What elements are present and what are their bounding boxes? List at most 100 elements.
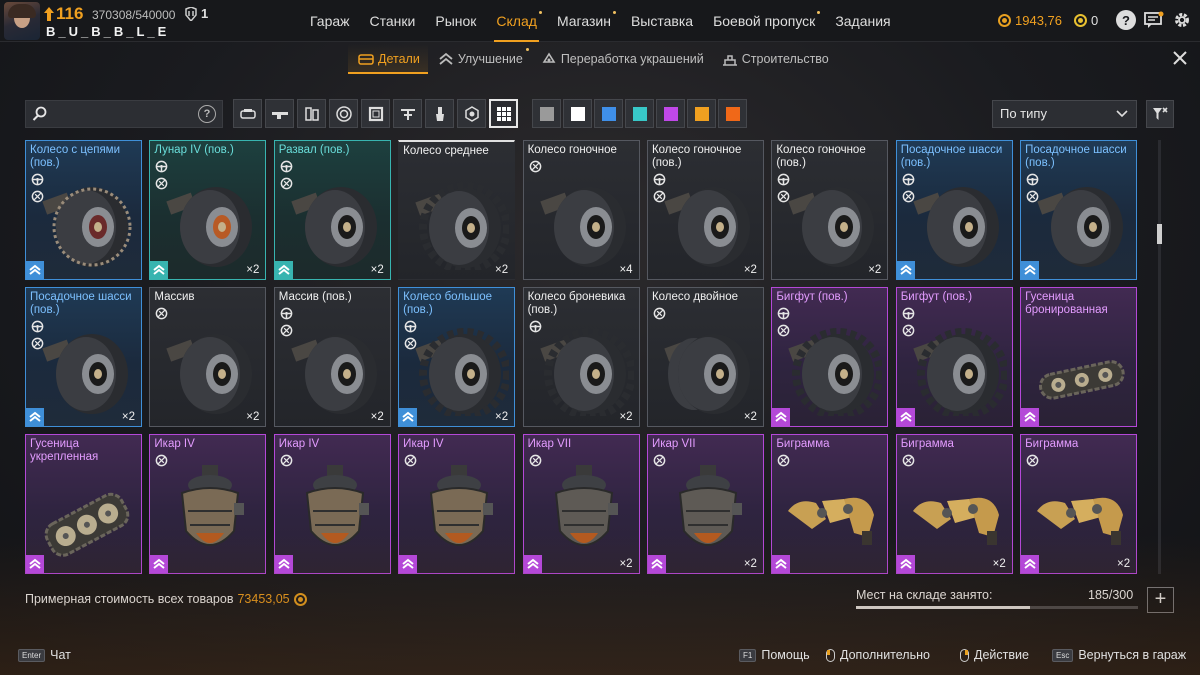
leg-part-image xyxy=(912,497,999,545)
rarity-filter-red-orange[interactable] xyxy=(718,99,747,128)
item-card[interactable]: Посадочное шасси (пов.) xyxy=(1020,140,1138,280)
subtab-2[interactable]: Переработка украшений xyxy=(531,44,712,74)
module-filter-button[interactable] xyxy=(297,99,326,128)
search-help-icon[interactable]: ? xyxy=(198,105,216,123)
item-card[interactable]: Биграмма xyxy=(771,434,889,574)
storage-progress-bar xyxy=(856,606,1138,609)
subtab-label: Детали xyxy=(378,52,420,66)
item-card[interactable]: Икар IV xyxy=(273,434,391,574)
hint-0[interactable]: Enter Чат xyxy=(18,648,71,662)
subtab-0[interactable]: Детали xyxy=(348,44,428,74)
steering-icon xyxy=(777,173,790,186)
search-input[interactable] xyxy=(52,104,192,124)
item-card[interactable]: Колесо гоночное (пов.) ×2 xyxy=(771,140,889,280)
gun-icon xyxy=(271,106,289,122)
item-card[interactable]: Колесо гоночное (пов.) ×2 xyxy=(646,140,764,280)
hint-3[interactable]: Действие xyxy=(960,648,1029,662)
cabin-filter-button[interactable] xyxy=(233,99,262,128)
item-card[interactable]: Посадочное шасси (пов.) xyxy=(895,140,1013,280)
traction-icon xyxy=(1026,190,1039,203)
rarity-chevron-icon xyxy=(150,555,169,573)
subtab-3[interactable]: Строительство xyxy=(712,44,837,74)
nav-item-0[interactable]: Гараж xyxy=(300,0,360,42)
hint-2[interactable]: Дополнительно xyxy=(826,648,930,662)
wheel-filter-button[interactable] xyxy=(329,99,358,128)
item-card[interactable]: Колесо гоночное ×4 xyxy=(522,140,640,280)
subtab-1[interactable]: Улучшение xyxy=(428,44,531,74)
item-card[interactable]: Бигфут (пов.) xyxy=(895,287,1013,427)
rarity-swatch xyxy=(570,106,585,121)
steering-icon xyxy=(902,173,915,186)
item-card[interactable]: Гусеница укрепленная xyxy=(25,434,142,574)
rarity-filter-blue[interactable] xyxy=(594,99,623,128)
frame-filter-button[interactable] xyxy=(361,99,390,128)
item-card[interactable]: Массив (пов.) ×2 xyxy=(273,287,391,427)
paint-filter-button[interactable] xyxy=(425,99,454,128)
item-stats xyxy=(653,307,666,320)
nav-item-7[interactable]: Задания xyxy=(825,0,900,42)
item-card[interactable]: Бигфут (пов.) xyxy=(771,287,889,427)
item-card[interactable]: Икар IV xyxy=(398,434,516,574)
nav-item-4[interactable]: Магазин xyxy=(547,0,621,42)
item-card[interactable]: Биграмма ×2 xyxy=(1020,434,1138,574)
scrollbar-track[interactable] xyxy=(1158,140,1161,574)
item-card[interactable]: Гусеница бронированная xyxy=(1020,287,1138,427)
nav-item-2[interactable]: Рынок xyxy=(425,0,486,42)
item-card[interactable]: Развал (пов.) ×2 xyxy=(273,140,391,280)
messages-icon[interactable] xyxy=(1144,10,1164,30)
item-name: Колесо броневика (пов.) xyxy=(527,291,626,316)
wheel-part-image xyxy=(42,187,132,267)
mouse-icon xyxy=(826,648,835,662)
rarity-filter-teal[interactable] xyxy=(625,99,654,128)
item-card[interactable]: Колесо с цепями (пов.) xyxy=(25,140,142,280)
rarity-filter-orange[interactable] xyxy=(687,99,716,128)
item-card[interactable]: Икар IV xyxy=(149,434,267,574)
sort-select[interactable]: По типу xyxy=(992,100,1137,128)
item-count: ×2 xyxy=(246,264,260,276)
item-card[interactable]: Колесо среднее ×2 xyxy=(398,140,516,280)
help-icon[interactable]: ? xyxy=(1116,10,1136,30)
item-card[interactable]: Биграмма ×2 xyxy=(895,434,1013,574)
scrollbar-thumb[interactable] xyxy=(1157,224,1162,244)
rarity-chevron-icon xyxy=(896,261,915,279)
item-card[interactable]: Колесо большое (пов.) ×2 xyxy=(398,287,516,427)
item-stats xyxy=(155,307,168,320)
rarity-filter-white[interactable] xyxy=(563,99,592,128)
hint-4[interactable]: Esc Вернуться в гараж xyxy=(1052,648,1186,662)
weapon-filter-button[interactable] xyxy=(265,99,294,128)
rarity-chevron-icon xyxy=(1021,408,1040,426)
hint-1[interactable]: F1 Помощь xyxy=(739,648,810,662)
rarity-filter-grey[interactable] xyxy=(532,99,561,128)
item-count: ×2 xyxy=(370,411,384,423)
item-card[interactable]: Массив ×2 xyxy=(149,287,267,427)
wheel-part-image xyxy=(291,187,377,267)
nav-item-6[interactable]: Боевой пропуск xyxy=(703,0,825,42)
item-card[interactable]: Посадочное шасси (пов.) ×2 xyxy=(25,287,142,427)
structure-filter-button[interactable] xyxy=(393,99,422,128)
item-card[interactable]: Икар VII ×2 xyxy=(646,434,764,574)
item-card[interactable]: Лунар IV (пов.) ×2 xyxy=(149,140,267,280)
hint-label: Помощь xyxy=(761,648,810,662)
all-filter-button[interactable] xyxy=(489,99,518,128)
rarity-swatch xyxy=(694,106,709,121)
steering-icon xyxy=(529,320,542,333)
wheel-part-image xyxy=(913,328,1007,416)
item-name: Гусеница бронированная xyxy=(1025,291,1108,316)
item-card[interactable]: Икар VII ×2 xyxy=(522,434,640,574)
nav-item-1[interactable]: Станки xyxy=(360,0,426,42)
item-stats xyxy=(653,454,666,467)
close-icon[interactable] xyxy=(1170,48,1190,68)
gear-icon[interactable] xyxy=(1172,10,1192,30)
rarity-filter-purple[interactable] xyxy=(656,99,685,128)
item-stats xyxy=(653,173,666,203)
reset-filter-button[interactable] xyxy=(1146,100,1174,128)
nav-item-5[interactable]: Выставка xyxy=(621,0,703,42)
item-card[interactable]: Колесо двойное ×2 xyxy=(646,287,764,427)
avatar[interactable] xyxy=(4,2,40,40)
hex-filter-button[interactable] xyxy=(457,99,486,128)
steering-icon xyxy=(1026,173,1039,186)
item-card[interactable]: Колесо броневика (пов.) ×2 xyxy=(522,287,640,427)
nav-item-3[interactable]: Склад xyxy=(486,0,547,42)
rarity-chevron-icon xyxy=(772,408,791,426)
expand-storage-button[interactable]: + xyxy=(1147,587,1174,613)
